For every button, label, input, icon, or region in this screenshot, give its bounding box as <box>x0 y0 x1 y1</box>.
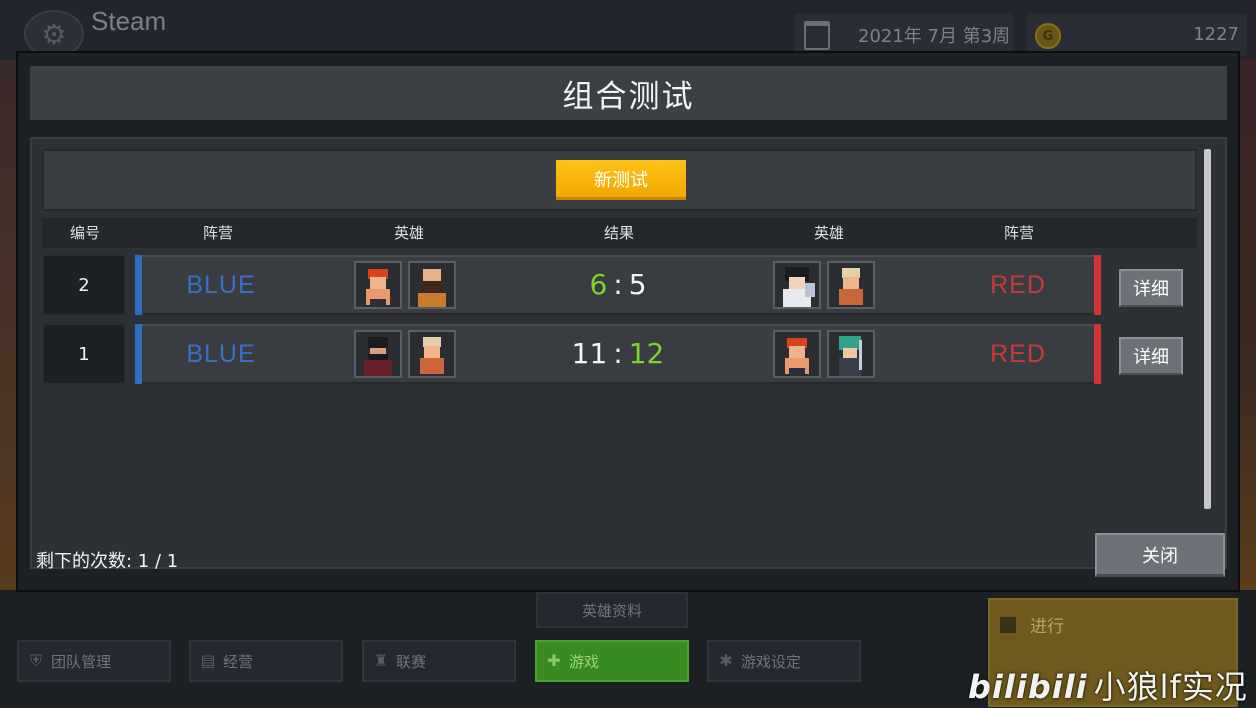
header-heroes-right: 英雄 <box>813 224 845 242</box>
detail-button[interactable]: 详细 <box>1119 337 1183 375</box>
right-score: 12 <box>628 337 665 370</box>
nav-league[interactable]: ♜ 联赛 <box>362 640 516 682</box>
watermark: bilibili 小狼lf实况 <box>968 662 1248 708</box>
blue-stripe <box>135 255 142 315</box>
trophy-icon: ♜ <box>373 651 389 670</box>
table-row: BLUE 11:12 RED <box>135 324 1101 384</box>
teal-hair-swordsman-portrait <box>827 330 875 378</box>
shield-icon: ⛨ <box>29 651 42 670</box>
date-text: 2021年 7月 第3周 <box>858 26 1011 47</box>
red-hair-fighter-portrait <box>773 330 821 378</box>
left-score: 6 <box>589 268 608 301</box>
table-row: BLUE 6:5 RED <box>135 255 1101 315</box>
red-hair-fighter-portrait <box>354 261 402 309</box>
progress-row: 进行 <box>1000 612 1236 637</box>
row-id: 1 <box>42 323 126 385</box>
blue-stripe <box>135 324 142 384</box>
nav-label: 联赛 <box>396 652 427 671</box>
combination-test-dialog: 组合测试 新测试 编号 阵营 英雄 结果 英雄 阵营 2 BLUE 6:5 RE… <box>16 51 1240 592</box>
watermark-author: 小狼lf实况 <box>1093 668 1248 706</box>
header-faction-right: 阵营 <box>1003 224 1035 242</box>
gold-value: 1227 <box>1193 24 1239 45</box>
document-icon: ▤ <box>200 651 216 670</box>
nav-label: 游戏设定 <box>741 652 802 671</box>
date-display: . 2021年 7月 第3周 <box>794 14 1013 56</box>
dialog-title: 组合测试 <box>30 66 1227 120</box>
nav-game[interactable]: ✚ 游戏 <box>535 640 689 682</box>
row-id: 2 <box>42 254 126 316</box>
match-score: 6:5 <box>589 257 646 313</box>
gear-icon: ✱ <box>719 651 733 670</box>
gamepad-icon: ✚ <box>547 651 561 670</box>
calendar-icon: . <box>804 20 830 50</box>
team-name: Steam <box>91 6 167 36</box>
bilibili-logo: bilibili <box>968 668 1088 706</box>
background-right-edge <box>1240 60 1256 590</box>
left-faction: BLUE <box>186 340 256 368</box>
red-stripe <box>1094 255 1101 315</box>
nav-label: 团队管理 <box>51 652 112 671</box>
table-header: 编号 阵营 英雄 结果 英雄 阵营 <box>42 218 1197 248</box>
background-left-edge <box>0 60 16 590</box>
remaining-tests: 剩下的次数: 1 / 1 <box>36 551 179 572</box>
progress-label: 进行 <box>1030 617 1064 637</box>
blonde-fighter-portrait <box>408 330 456 378</box>
header-faction-left: 阵营 <box>202 224 234 242</box>
hero-info-button[interactable]: 英雄资料 <box>536 592 688 628</box>
left-score: 11 <box>571 337 608 370</box>
header-result: 结果 <box>603 224 635 242</box>
left-faction: BLUE <box>186 271 256 299</box>
nav-label: 经营 <box>223 652 254 671</box>
black-hair-girl-portrait <box>773 261 821 309</box>
nav-team-management[interactable]: ⛨ 团队管理 <box>17 640 171 682</box>
nav-game-settings[interactable]: ✱ 游戏设定 <box>707 640 861 682</box>
score-separator: : <box>613 337 623 370</box>
nav-business[interactable]: ▤ 经营 <box>189 640 343 682</box>
blonde-fighter-portrait <box>827 261 875 309</box>
new-test-bar: 新测试 <box>42 149 1197 211</box>
header-heroes-left: 英雄 <box>393 224 425 242</box>
score-separator: : <box>613 268 623 301</box>
new-test-button[interactable]: 新测试 <box>556 160 686 200</box>
right-faction: RED <box>990 271 1046 299</box>
gold-coin-icon: G <box>1035 23 1061 49</box>
gold-display: G 1227 <box>1027 14 1247 56</box>
red-stripe <box>1094 324 1101 384</box>
right-faction: RED <box>990 340 1046 368</box>
nav-label: 游戏 <box>569 652 600 671</box>
match-score: 11:12 <box>572 326 665 382</box>
detail-button[interactable]: 详细 <box>1119 269 1183 307</box>
masked-ninja-portrait <box>354 330 402 378</box>
header-id: 编号 <box>69 224 101 242</box>
results-panel: 新测试 编号 阵营 英雄 结果 英雄 阵营 2 BLUE 6:5 RED 详细 … <box>30 137 1227 569</box>
bearded-monk-portrait <box>408 261 456 309</box>
scrollbar[interactable] <box>1204 149 1211 509</box>
right-score: 5 <box>628 268 647 301</box>
close-button[interactable]: 关闭 <box>1095 533 1225 577</box>
save-icon <box>1000 616 1016 633</box>
